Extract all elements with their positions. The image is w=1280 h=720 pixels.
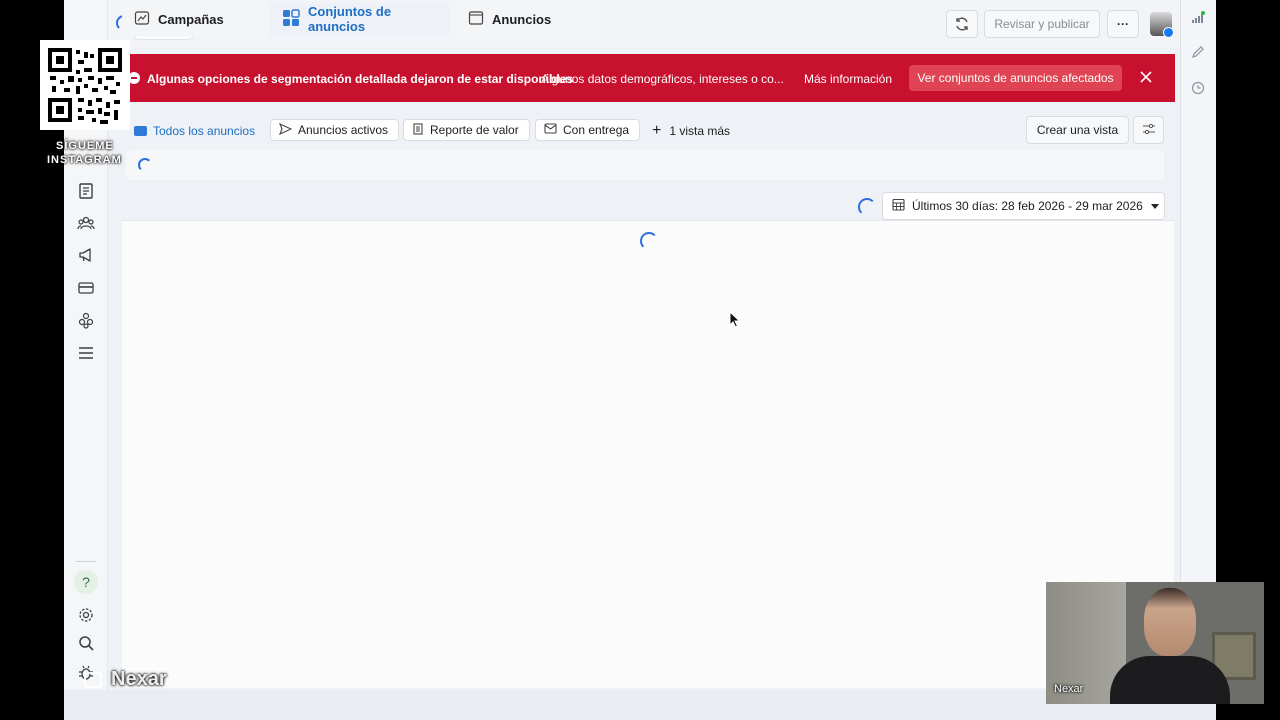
pages-icon[interactable] xyxy=(74,180,98,202)
chart-icon[interactable] xyxy=(1188,8,1208,28)
loading-spinner xyxy=(640,232,658,250)
help-icon[interactable]: ? xyxy=(74,570,98,594)
tab-ads-label: Anuncios xyxy=(492,11,552,27)
folder-icon xyxy=(134,126,147,136)
facebook-badge-icon xyxy=(1163,27,1174,38)
filter-search-bar[interactable] xyxy=(126,150,1164,180)
divider xyxy=(76,561,96,562)
view-active-ads[interactable]: Anuncios activos xyxy=(270,119,400,141)
view-with-delivery-label: Con entrega xyxy=(563,123,630,137)
mail-icon xyxy=(544,123,557,137)
audiences-icon[interactable] xyxy=(74,212,98,234)
view-value-report[interactable]: Reporte de valor xyxy=(403,119,530,141)
cam-person-head xyxy=(1144,588,1196,656)
search-icon[interactable] xyxy=(74,632,98,654)
banner-detail: Algunos datos demográficos, intereses o … xyxy=(541,72,784,86)
loading-spinner xyxy=(858,198,876,216)
create-view-button[interactable]: Crear una vista xyxy=(1026,116,1129,144)
view-value-report-label: Reporte de valor xyxy=(430,123,519,137)
view-with-delivery[interactable]: Con entrega xyxy=(535,119,641,141)
menu-icon[interactable] xyxy=(74,342,98,364)
cam-name-label: Nexar xyxy=(1054,683,1084,695)
calendar-icon xyxy=(892,198,905,214)
megaphone-icon[interactable] xyxy=(74,244,98,266)
cam-person-body xyxy=(1110,656,1230,704)
building-icon xyxy=(412,122,424,138)
tab-ad-sets[interactable]: Conjuntos de anuncios xyxy=(270,2,450,36)
more-views-button[interactable]: + 1 vista más xyxy=(652,121,730,141)
billing-card-icon[interactable] xyxy=(74,277,98,299)
tab-ads[interactable]: Anuncios xyxy=(456,2,598,36)
watermark-logo-icon xyxy=(84,672,102,688)
webcam-overlay: Nexar xyxy=(1046,582,1264,704)
review-publish-button[interactable]: Revisar y publicar xyxy=(984,10,1100,38)
mouse-cursor-icon xyxy=(729,310,741,333)
refresh-button[interactable] xyxy=(946,10,978,38)
sliders-icon xyxy=(1142,123,1156,138)
tab-campaigns[interactable]: Campañas xyxy=(122,2,270,36)
tab-ad-sets-label: Conjuntos de anuncios xyxy=(308,4,392,34)
view-all-ads[interactable]: Todos los anuncios xyxy=(134,121,255,141)
more-options-button[interactable]: ··· xyxy=(1107,10,1139,38)
instagram-text: INSTAGRAM xyxy=(47,154,122,166)
date-range-label: Últimos 30 días: 28 feb 2026 - 29 mar 20… xyxy=(912,199,1143,213)
view-all-ads-label: Todos los anuncios xyxy=(153,124,256,138)
table-area xyxy=(122,220,1174,688)
bottom-strip xyxy=(64,690,1216,720)
edit-icon[interactable] xyxy=(1188,42,1208,62)
more-views-label: 1 vista más xyxy=(669,124,731,138)
tab-campaigns-label: Campañas xyxy=(158,11,224,27)
loading-spinner xyxy=(138,158,152,172)
gear-icon[interactable] xyxy=(74,604,98,626)
warning-banner: Algunas opciones de segmentación detalla… xyxy=(128,54,1175,102)
more-info-link[interactable]: Más información xyxy=(804,72,892,86)
qr-code xyxy=(40,40,130,130)
grid-icon xyxy=(282,8,300,30)
date-range-picker[interactable]: Últimos 30 días: 28 feb 2026 - 29 mar 20… xyxy=(882,192,1165,220)
filter-settings-button[interactable] xyxy=(1133,116,1164,144)
history-icon[interactable] xyxy=(1188,78,1208,98)
view-affected-button[interactable]: Ver conjuntos de anuncios afectados xyxy=(909,65,1122,91)
refresh-icon xyxy=(954,16,970,32)
follow-text: SÍGUEME xyxy=(56,140,114,152)
banner-title: Algunas opciones de segmentación detalla… xyxy=(147,72,574,86)
business-network-icon[interactable] xyxy=(74,309,98,331)
close-icon[interactable] xyxy=(1138,69,1154,85)
profile-avatar[interactable] xyxy=(1148,10,1174,38)
campaign-icon xyxy=(134,10,150,29)
plus-icon: + xyxy=(652,122,662,139)
send-icon xyxy=(278,122,293,138)
level-tabs xyxy=(122,186,602,222)
chevron-down-icon xyxy=(1150,203,1159,209)
ad-icon xyxy=(468,10,484,29)
watermark-text: Nexar xyxy=(111,668,167,690)
view-active-ads-label: Anuncios activos xyxy=(298,123,389,137)
